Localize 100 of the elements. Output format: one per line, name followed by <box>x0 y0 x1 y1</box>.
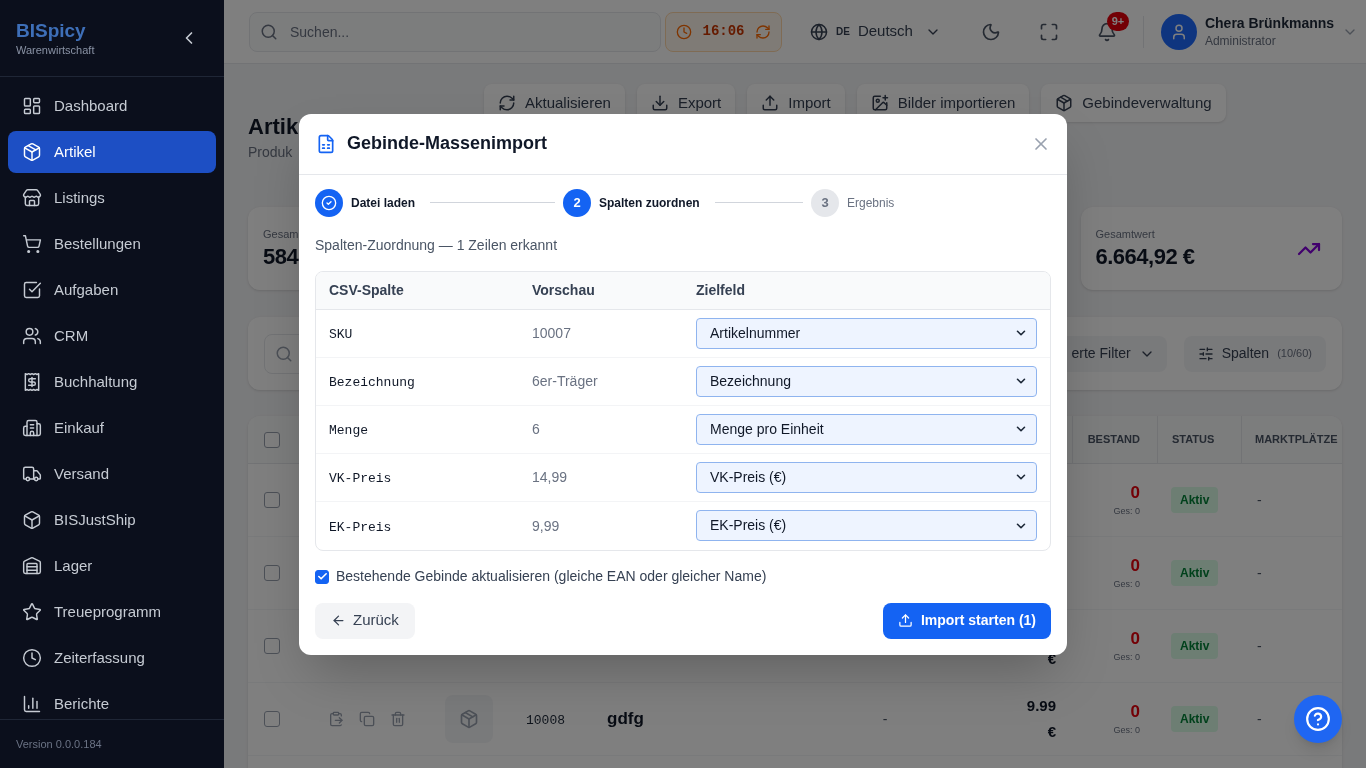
product-name: gdfg <box>607 709 644 729</box>
table-cell: 6er-Träger <box>532 373 598 389</box>
stock-total: Ges: 0 <box>1113 651 1140 663</box>
upload-icon <box>897 613 913 628</box>
page-subtitle: Produk <box>248 143 293 162</box>
image-plus-icon <box>870 94 889 112</box>
sliders-icon <box>1197 345 1214 362</box>
column-header: STATUS <box>1172 432 1215 448</box>
sidebar-item[interactable]: Aufgaben <box>8 269 216 311</box>
sidebar-item[interactable]: Bestellungen <box>8 223 216 265</box>
select-field[interactable]: Menge pro Einheit <box>696 413 1037 445</box>
sidebar-item[interactable]: Versand <box>8 453 216 495</box>
checkbox[interactable] <box>264 565 280 581</box>
sidebar-item[interactable]: Dashboard <box>8 85 216 127</box>
checkbox[interactable] <box>264 638 280 654</box>
user-menu[interactable]: Chera Brünkmanns Administrator <box>1160 13 1359 50</box>
step-number: 3 <box>811 188 839 217</box>
language-selector[interactable]: DE Deutsch <box>810 20 941 43</box>
help-icon <box>1305 706 1331 732</box>
stat-value: 584 <box>263 242 299 271</box>
columns-button[interactable]: Spalten (10/60) <box>1183 335 1326 372</box>
back-button[interactable]: Zurück <box>315 602 415 639</box>
sidebar-item[interactable]: Artikel <box>8 131 216 173</box>
table-cell: - <box>1257 711 1262 727</box>
sidebar-item[interactable]: Lager <box>8 545 216 587</box>
status-badge: Aktiv <box>1171 487 1219 513</box>
sidebar-item[interactable]: BISJustShip <box>8 499 216 541</box>
stock-count: 0 <box>1130 483 1140 503</box>
refresh-icon <box>754 23 771 40</box>
spreadsheet-file-icon <box>316 133 336 154</box>
select-field[interactable]: VK-Preis (€) <box>696 461 1037 493</box>
step-label: Spalten zuordnen <box>599 194 700 212</box>
checkbox-label: Bestehende Gebinde aktualisieren (gleiche EAN oder gleicher Name) <box>336 567 767 586</box>
star-icon <box>22 602 42 622</box>
stock-count: 0 <box>1130 702 1140 722</box>
sidebar-item[interactable]: CRM <box>8 315 216 357</box>
column-header: CSV-Spalte <box>329 281 404 298</box>
status-badge: Aktiv <box>1171 706 1219 732</box>
stat-value: 6.664,92 € <box>1095 242 1195 271</box>
import-button[interactable]: Import starten (1) <box>882 602 1051 639</box>
stock-count: 0 <box>1130 556 1140 576</box>
cart-icon <box>22 234 42 254</box>
avatar-icon <box>1160 13 1197 50</box>
store-icon <box>22 188 42 208</box>
checkbox[interactable] <box>315 569 329 584</box>
moon-icon[interactable] <box>980 21 1001 42</box>
download-icon <box>650 94 669 112</box>
dialog-title: Gebinde-Massenimport <box>347 132 548 155</box>
column-header: Zielfeld <box>696 281 745 298</box>
notification-count: 9+ <box>1106 11 1129 31</box>
square-check-icon <box>22 280 42 300</box>
summary-text: Spalten-Zuordnung — 1 Zeilen erkannt <box>315 235 558 255</box>
sidebar-item[interactable]: Listings <box>8 177 216 219</box>
trash-icon[interactable] <box>390 711 406 727</box>
brand-subtitle: Warenwirtschaft <box>16 43 95 57</box>
clock-icon <box>22 648 42 668</box>
copy-icon[interactable] <box>359 711 375 727</box>
checkbox[interactable] <box>264 711 280 727</box>
stock-total: Ges: 0 <box>1113 578 1140 590</box>
table-cell: - <box>1257 492 1262 508</box>
globe-icon <box>810 22 828 41</box>
select-field[interactable]: EK-Preis (€) <box>696 510 1037 541</box>
column-header: Vorschau <box>532 281 595 298</box>
table-cell: 9,99 <box>532 517 560 534</box>
table-cell: SKU <box>329 327 353 342</box>
brand-name: BISpicy <box>16 19 87 43</box>
stock-count: 0 <box>1130 629 1140 649</box>
status-badge: Aktiv <box>1171 560 1219 586</box>
bar-chart-icon <box>22 694 42 714</box>
sidebar-item[interactable]: Einkauf <box>8 407 216 449</box>
table-cell: 10007 <box>532 325 571 341</box>
table-cell: 6 <box>532 421 540 437</box>
fullscreen-icon[interactable] <box>1038 21 1059 42</box>
step-label: Ergebnis <box>847 194 895 212</box>
stat-label: Gesamtwert <box>1095 226 1155 242</box>
search-icon <box>275 344 293 363</box>
select-field[interactable]: Bezeichnung <box>696 365 1037 397</box>
checkbox[interactable] <box>264 431 280 448</box>
table-cell: Bezeichnung <box>329 375 415 390</box>
clipboard-icon[interactable] <box>328 711 344 727</box>
step-number: 2 <box>563 188 591 217</box>
truck-icon <box>22 464 42 484</box>
users-icon <box>22 326 42 346</box>
step-label: Datei laden <box>351 194 416 212</box>
sidebar-item[interactable]: Buchhaltung <box>8 361 216 403</box>
sidebar-item[interactable]: Zeiterfassung <box>8 637 216 679</box>
select-field[interactable]: Artikelnummer <box>696 317 1037 349</box>
table-cell: VK-Preis <box>329 471 392 486</box>
building-icon <box>22 418 42 438</box>
package-icon <box>1055 94 1074 112</box>
search-field[interactable]: Suchen... <box>249 11 661 52</box>
sidebar-item[interactable]: Berichte <box>8 683 216 719</box>
checkbox[interactable] <box>264 492 280 508</box>
price-cell-text: 9.99 € <box>1025 696 1056 742</box>
package-icon <box>22 142 42 162</box>
table-cell: Menge <box>329 423 368 438</box>
sidebar-item[interactable]: Treueprogramm <box>8 591 216 633</box>
toolbar-button[interactable]: Gebindeverwaltung <box>1041 84 1226 122</box>
refresh-icon <box>498 94 516 112</box>
upload-icon <box>761 94 780 112</box>
